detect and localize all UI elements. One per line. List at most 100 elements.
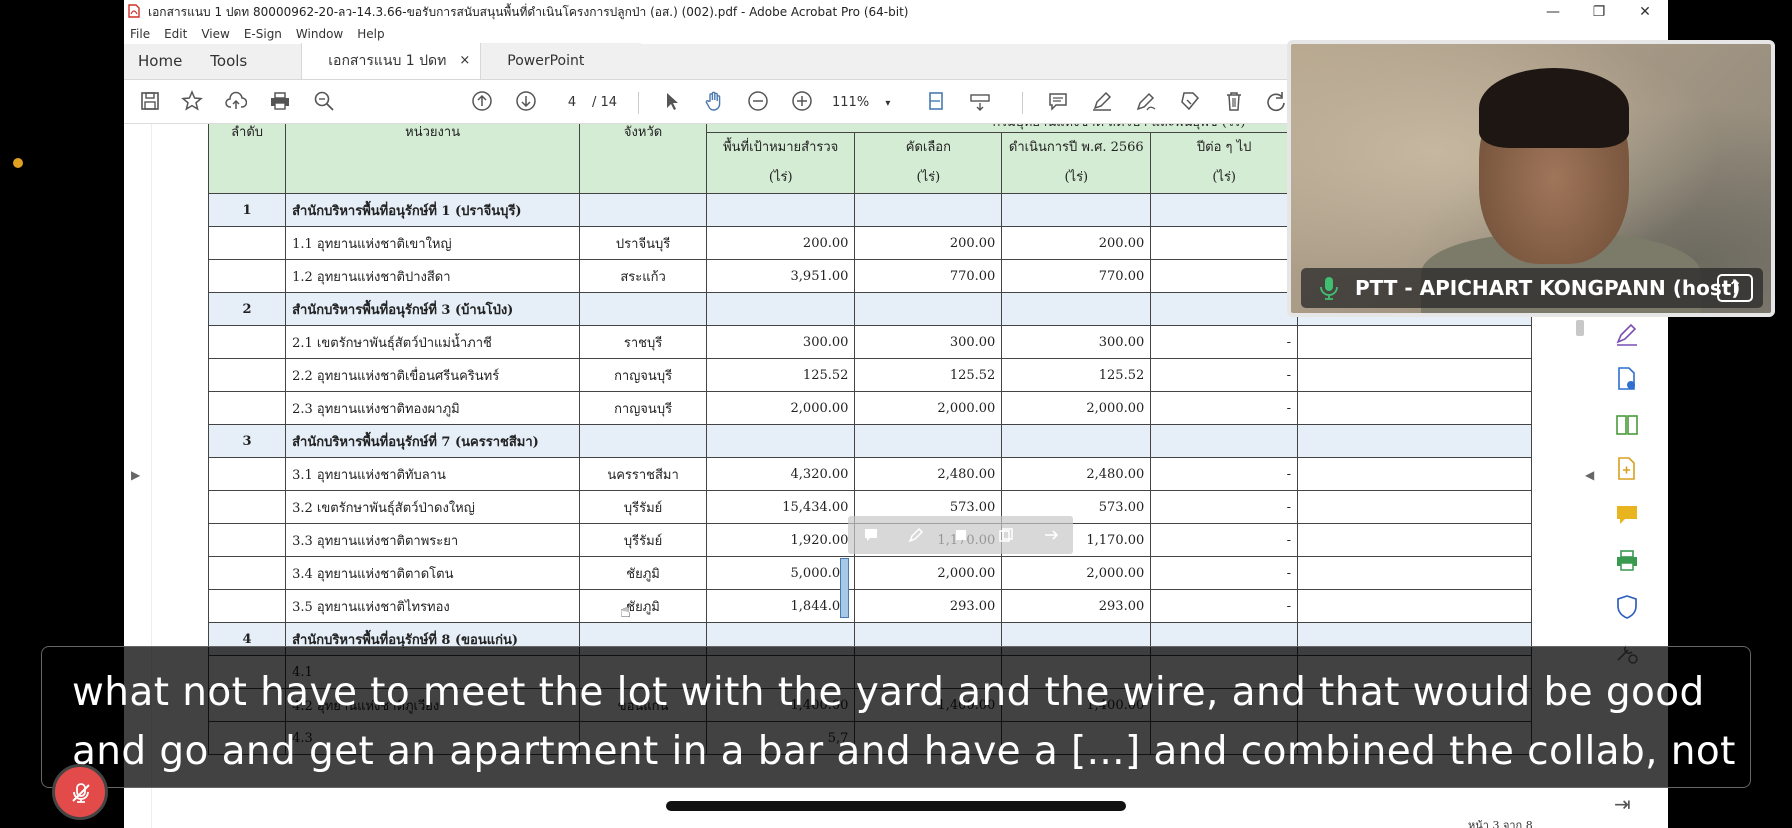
row-province: บุรีรัมย์ <box>579 490 707 524</box>
row-extra <box>1297 490 1532 524</box>
menu-edit[interactable]: Edit <box>158 27 195 41</box>
caption-line-2: and go and get an apartment in a bar and… <box>72 729 1736 774</box>
measure-icon[interactable] <box>968 90 992 114</box>
row-2566-area: 2,000.00 <box>1001 391 1152 425</box>
star-icon[interactable] <box>180 90 204 114</box>
page-number-input[interactable]: 4 <box>550 92 594 114</box>
row-target-area: 125.52 <box>705 358 856 392</box>
restore-icon[interactable]: ❐ <box>1576 0 1622 24</box>
menu-file[interactable]: File <box>124 27 158 41</box>
row-province: บุรีรัมย์ <box>579 523 707 557</box>
print-icon[interactable] <box>268 90 292 114</box>
tab-home[interactable]: Home <box>124 43 196 79</box>
row-province: กาญจนบุรี <box>579 358 707 392</box>
participant-video-tile[interactable]: PTT - APICHART KONGPANN (host) ↑ <box>1287 40 1775 317</box>
acrobat-pdf-icon <box>128 4 142 20</box>
table-row: 3.4 อุทยานแห่งชาติตาดโตน ชัยภูมิ 5,000.00 2… <box>207 556 1532 590</box>
note-icon[interactable] <box>863 527 879 543</box>
header-unit: หน่วยงาน <box>285 124 581 194</box>
header-select: คัดเลือก (ไร่) <box>854 132 1003 194</box>
pen-icon[interactable] <box>908 527 924 543</box>
muted-microphone-icon <box>72 783 90 803</box>
organize-pages-icon[interactable] <box>1614 412 1640 438</box>
row-2566-area: 200.00 <box>1001 226 1152 260</box>
table-row: 3.5 อุทยานแห่งชาติไทรทอง ชัยภูมิ 1,844.00 2… <box>207 589 1532 623</box>
fill-sign-icon[interactable] <box>1614 322 1640 348</box>
zoom-level-select[interactable]: 111% ▾ <box>832 92 890 115</box>
row-order <box>207 556 287 590</box>
hand-tool-icon[interactable] <box>702 90 726 114</box>
row-extra <box>1297 556 1532 590</box>
collapse-right-pane-icon[interactable]: ◀ <box>1585 468 1594 482</box>
microphone-icon <box>1320 277 1338 300</box>
row-selected-area: 200.00 <box>854 226 1003 260</box>
row-2566-area: 770.00 <box>1001 259 1152 293</box>
minimize-icon[interactable]: — <box>1530 0 1576 24</box>
menu-window[interactable]: Window <box>290 27 351 41</box>
row-future-area: - <box>1150 358 1299 392</box>
close-icon[interactable]: ✕ <box>1622 0 1668 24</box>
page-down-icon[interactable] <box>514 90 538 114</box>
menu-view[interactable]: View <box>195 27 237 41</box>
redo-icon[interactable] <box>1264 90 1288 114</box>
highlight-pen-icon[interactable] <box>1090 90 1114 114</box>
fit-page-icon[interactable] <box>926 90 950 114</box>
empty-cell <box>1001 424 1152 458</box>
export-pdf-icon[interactable] <box>1614 366 1640 392</box>
group-order: 3 <box>207 424 287 458</box>
pane-toggle-icon[interactable]: ⇥ <box>1614 792 1640 818</box>
row-extra <box>1297 523 1532 557</box>
empty-cell <box>854 424 1003 458</box>
tab-tools[interactable]: Tools <box>196 43 261 79</box>
row-order <box>207 457 287 491</box>
header-target-unit: (ไร่) <box>768 170 793 185</box>
row-future-area: - <box>1150 490 1299 524</box>
row-province: ราชบุรี <box>579 325 707 359</box>
participant-name: PTT - APICHART KONGPANN (host) <box>1355 276 1741 300</box>
scrollbar-thumb[interactable] <box>1576 320 1584 336</box>
tab-document-active[interactable]: เอกสารแนบ 1 ปดท 80... × <box>301 43 482 105</box>
select-arrow-icon[interactable] <box>660 90 684 114</box>
empty-cell <box>1001 292 1152 326</box>
save-icon[interactable] <box>138 90 162 114</box>
row-future-area: - <box>1150 325 1299 359</box>
header-select-label: คัดเลือก <box>905 140 951 155</box>
print-production-icon[interactable] <box>1614 548 1640 574</box>
expand-left-pane-icon[interactable]: ▶ <box>131 468 140 482</box>
zoom-search-icon[interactable] <box>312 90 336 114</box>
share-screen-icon[interactable]: ↑ <box>1717 274 1753 302</box>
square-icon[interactable] <box>953 527 969 543</box>
create-pdf-icon[interactable] <box>1614 456 1640 482</box>
row-target-area: 3,951.00 <box>705 259 856 293</box>
mute-button[interactable] <box>52 764 108 820</box>
row-2566-area: 125.52 <box>1001 358 1152 392</box>
stamp-icon[interactable] <box>1178 90 1202 114</box>
page-total: / 14 <box>592 95 618 110</box>
page-up-icon[interactable] <box>470 90 494 114</box>
menu-esign[interactable]: E-Sign <box>238 27 290 41</box>
more-options-icon[interactable] <box>1043 527 1059 543</box>
zoom-out-icon[interactable] <box>746 90 770 114</box>
group-name: สำนักบริหารพื้นที่อนุรักษ์ที่ 1 (ปราจีนบ… <box>285 193 581 227</box>
zoom-in-icon[interactable] <box>790 90 814 114</box>
row-future-area <box>1150 259 1299 293</box>
menu-help[interactable]: Help <box>351 27 392 41</box>
comment-icon[interactable] <box>1046 90 1070 114</box>
header-future-label: ปีต่อ ๆ ไป <box>1196 140 1252 155</box>
sign-pen-icon[interactable] <box>1134 90 1158 114</box>
header-future: ปีต่อ ๆ ไป (ไร่) <box>1150 132 1299 194</box>
delete-trash-icon[interactable] <box>1222 90 1246 114</box>
header-target-label: พื้นที่เป้าหมายสำรวจ <box>723 140 839 155</box>
protect-shield-icon[interactable] <box>1614 594 1640 620</box>
row-order <box>207 490 287 524</box>
copy-icon[interactable] <box>998 527 1014 543</box>
comment-panel-icon[interactable] <box>1614 502 1640 528</box>
header-2566-unit: (ไร่) <box>1064 170 1089 185</box>
row-unit-name: 3.1 อุทยานแห่งชาติทับลาน <box>285 457 581 491</box>
group-order: 2 <box>207 292 287 326</box>
tab-close-icon[interactable]: × <box>459 43 470 79</box>
cloud-upload-icon[interactable] <box>224 90 248 114</box>
empty-cell <box>579 193 707 227</box>
participant-nameplate: PTT - APICHART KONGPANN (host) ↑ <box>1301 268 1763 308</box>
tab-document-powerpoint[interactable]: PowerPoint Present... <box>481 43 642 105</box>
